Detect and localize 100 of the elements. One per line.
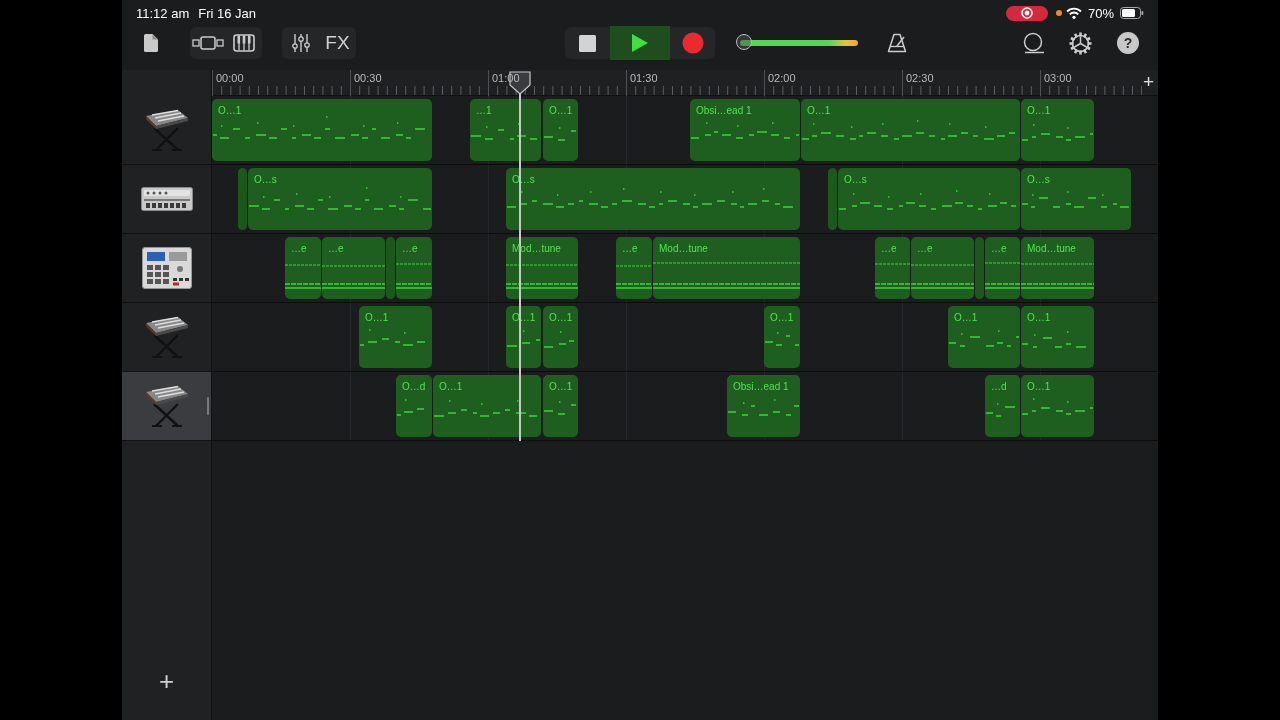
time-marker: 02:00 <box>768 72 796 84</box>
region-label: O…1 <box>1027 381 1051 392</box>
time-marker: 00:00 <box>216 72 244 84</box>
track-header[interactable] <box>122 372 211 441</box>
midi-region[interactable]: Obsi…ead 1 <box>690 99 800 161</box>
screen-recording-indicator <box>1005 5 1048 21</box>
region-label: …e <box>917 243 933 254</box>
midi-region[interactable]: O…s <box>838 168 1020 230</box>
midi-notes-drawing <box>764 332 799 346</box>
midi-region[interactable]: Obsi…ead 1 <box>727 375 800 437</box>
add-section-button[interactable]: + <box>1142 72 1154 92</box>
midi-region[interactable]: O…1 <box>433 375 541 437</box>
piano-keyboard-icon <box>233 34 255 52</box>
tracks-view-icon <box>192 36 224 50</box>
midi-region[interactable]: O…1 <box>1021 99 1094 161</box>
region-label: O…s <box>254 174 277 185</box>
region-label: O…1 <box>549 312 573 323</box>
midi-notes-drawing <box>359 329 425 346</box>
battery-percent: 70% <box>1087 5 1114 21</box>
midi-notes-drawing <box>1021 124 1093 141</box>
time-marker: 01:30 <box>630 72 658 84</box>
region-label: Obsi…ead 1 <box>696 105 752 116</box>
midi-region[interactable]: O…1 <box>948 306 1020 368</box>
midi-region[interactable]: O…1 <box>801 99 1020 161</box>
region-label: …1 <box>476 105 492 116</box>
sampler-icon <box>141 247 192 289</box>
midi-notes-drawing <box>543 331 574 348</box>
settings-icon <box>1068 31 1092 55</box>
midi-region[interactable]: O…1 <box>1021 306 1094 368</box>
time-marker: 02:30 <box>906 72 934 84</box>
region-label: O…1 <box>954 312 978 323</box>
midi-notes-drawing <box>543 401 576 415</box>
region-label: O…1 <box>439 381 463 392</box>
midi-region[interactable]: …e <box>985 237 1020 299</box>
midi-region[interactable]: O…1 <box>212 99 432 161</box>
midi-notes-drawing <box>506 330 540 347</box>
volume-thumb[interactable] <box>735 34 752 50</box>
region-label: O…s <box>844 174 867 185</box>
midi-notes-drawing <box>948 330 1019 347</box>
midi-notes-drawing <box>470 123 537 140</box>
midi-notes-drawing <box>396 262 432 289</box>
play-button[interactable] <box>610 26 670 60</box>
midi-region[interactable]: O…1 <box>1021 375 1094 437</box>
region-label: O…1 <box>1027 312 1051 323</box>
region-label: O…s <box>1027 174 1050 185</box>
midi-region[interactable]: …e <box>285 237 321 299</box>
midi-region[interactable]: O…s <box>248 168 432 230</box>
midi-region[interactable]: O…1 <box>543 375 578 437</box>
midi-region[interactable]: O…d <box>396 375 432 437</box>
resize-handle[interactable] <box>207 397 209 415</box>
region-label: Mod…tune <box>659 243 708 254</box>
add-track-button[interactable]: + <box>154 668 179 694</box>
region-label: Mod…tune <box>1027 243 1076 254</box>
midi-region[interactable]: O…s <box>1021 168 1131 230</box>
midi-region[interactable]: …e <box>911 237 974 299</box>
help-button[interactable]: ? <box>1117 32 1139 54</box>
region-label: …e <box>402 243 418 254</box>
midi-region[interactable]: O…1 <box>543 99 578 161</box>
midi-region[interactable]: …e <box>616 237 652 299</box>
midi-notes-drawing <box>985 403 1015 417</box>
mixer-sliders-icon <box>291 33 310 53</box>
region-label: O…1 <box>549 105 573 116</box>
region-label: …e <box>991 243 1007 254</box>
region-label: …e <box>881 243 897 254</box>
midi-notes-drawing <box>1021 331 1086 348</box>
midi-notes-drawing <box>543 127 576 141</box>
midi-region[interactable]: …e <box>396 237 432 299</box>
midi-region[interactable]: …1 <box>470 99 541 161</box>
region-label: O…1 <box>1027 105 1051 116</box>
privacy-dot-icon <box>1055 10 1062 16</box>
battery-icon <box>1120 7 1144 19</box>
midi-region[interactable]: Mod…tune <box>653 237 800 299</box>
midi-region[interactable]: O…1 <box>764 306 800 368</box>
region-label: O…1 <box>218 105 242 116</box>
midi-region[interactable]: …e <box>875 237 910 299</box>
play-icon <box>632 34 648 52</box>
region-label: O…d <box>402 381 426 392</box>
document-icon <box>144 34 158 52</box>
region-label: Obsi…ead 1 <box>733 381 789 392</box>
midi-notes-drawing <box>1021 398 1093 415</box>
midi-region[interactable]: O…1 <box>543 306 578 368</box>
date-text: Fri 16 Jan <box>198 5 257 21</box>
region-label: …e <box>622 243 638 254</box>
midi-region[interactable]: …d <box>985 375 1020 437</box>
region-label: …e <box>291 243 307 254</box>
midi-notes-drawing <box>396 399 424 416</box>
region-label: …e <box>328 243 344 254</box>
midi-notes-drawing <box>506 262 578 289</box>
midi-region[interactable]: …e <box>322 237 385 299</box>
wifi-icon <box>1065 7 1082 19</box>
midi-notes-drawing <box>727 399 799 416</box>
midi-region[interactable]: O…1 <box>359 306 432 368</box>
clock-time: 11:12 am <box>136 5 190 21</box>
stop-icon <box>579 34 596 52</box>
region-label: O…1 <box>549 381 573 392</box>
region-label: O…1 <box>807 105 831 116</box>
region-label: O…1 <box>770 312 794 323</box>
midi-region[interactable]: Mod…tune <box>1021 237 1094 299</box>
metronome-icon <box>887 33 907 53</box>
time-marker: 03:00 <box>1044 72 1072 84</box>
